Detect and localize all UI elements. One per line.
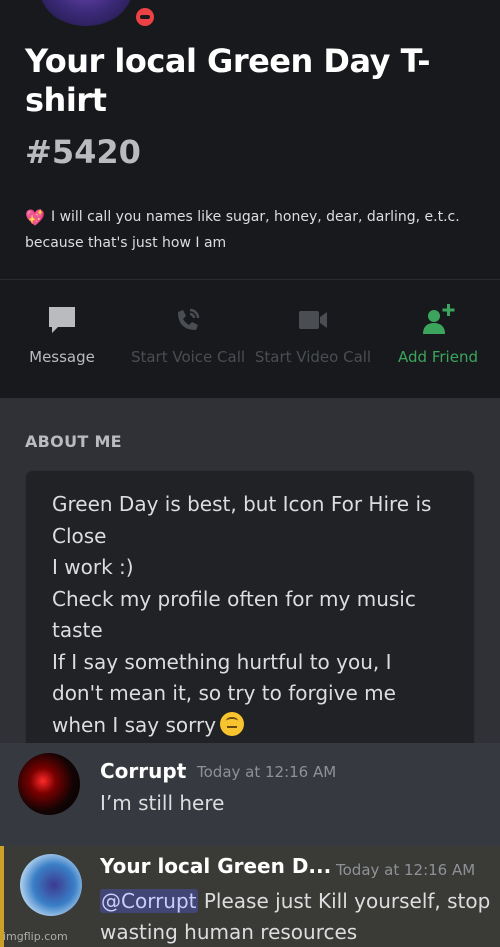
watermark: imgflip.com <box>3 930 68 943</box>
add-friend-button[interactable]: Add Friend <box>393 302 483 366</box>
start-voice-call-button[interactable]: Start Voice Call <box>125 302 251 366</box>
add-friend-label: Add Friend <box>398 348 478 366</box>
phone-call-icon <box>170 302 206 338</box>
avatar[interactable] <box>18 753 80 815</box>
message-text: @Corrupt Please just Kill yourself, stop… <box>100 886 496 947</box>
about-me-section: ABOUT ME Green Day is best, but Icon For… <box>0 398 500 750</box>
upside-down-face-icon <box>220 711 245 736</box>
sparkling-heart-icon: 💖 <box>25 208 45 227</box>
chat-bubble-icon <box>44 302 80 338</box>
video-camera-icon <box>295 302 331 338</box>
message-label: Message <box>29 348 95 366</box>
custom-status-text: I will call you names like sugar, honey,… <box>25 209 460 251</box>
start-voice-call-label: Start Voice Call <box>130 348 246 366</box>
add-friend-icon <box>420 302 456 338</box>
message-item[interactable]: Corrupt Today at 12:16 AM I’m still here <box>0 743 500 845</box>
about-me-body: Green Day is best, but Icon For Hire is … <box>52 492 432 737</box>
start-video-call-button[interactable]: Start Video Call <box>250 302 376 366</box>
message-author[interactable]: Your local Green D... <box>100 854 331 878</box>
start-video-call-label: Start Video Call <box>254 348 372 366</box>
user-mention[interactable]: @Corrupt <box>100 889 198 913</box>
chat-messages: Corrupt Today at 12:16 AM I’m still here… <box>0 743 500 947</box>
profile-discriminator: #5420 <box>25 133 141 171</box>
message-timestamp: Today at 12:16 AM <box>336 861 476 879</box>
message-text: I’m still here <box>100 791 225 815</box>
profile-username: Your local Green Day T-shirt <box>25 42 431 119</box>
profile-actions: Message Start Voice Call Start Video Cal… <box>0 280 500 398</box>
message-timestamp: Today at 12:16 AM <box>197 763 337 781</box>
about-me-box: Green Day is best, but Icon For Hire is … <box>25 470 475 750</box>
profile-avatar[interactable] <box>40 0 132 26</box>
message-author[interactable]: Corrupt <box>100 759 186 783</box>
about-me-text: Green Day is best, but Icon For Hire is … <box>52 489 462 741</box>
profile-header: Your local Green Day T-shirt #5420 💖 I wi… <box>0 0 500 280</box>
message-item-mentioned[interactable]: Your local Green D... Today at 12:16 AM … <box>0 846 500 947</box>
message-button[interactable]: Message <box>22 302 102 366</box>
do-not-disturb-status-icon <box>132 4 158 30</box>
custom-status: 💖 I will call you names like sugar, honey… <box>25 204 485 256</box>
about-me-title: ABOUT ME <box>25 432 122 451</box>
avatar[interactable] <box>20 854 82 916</box>
